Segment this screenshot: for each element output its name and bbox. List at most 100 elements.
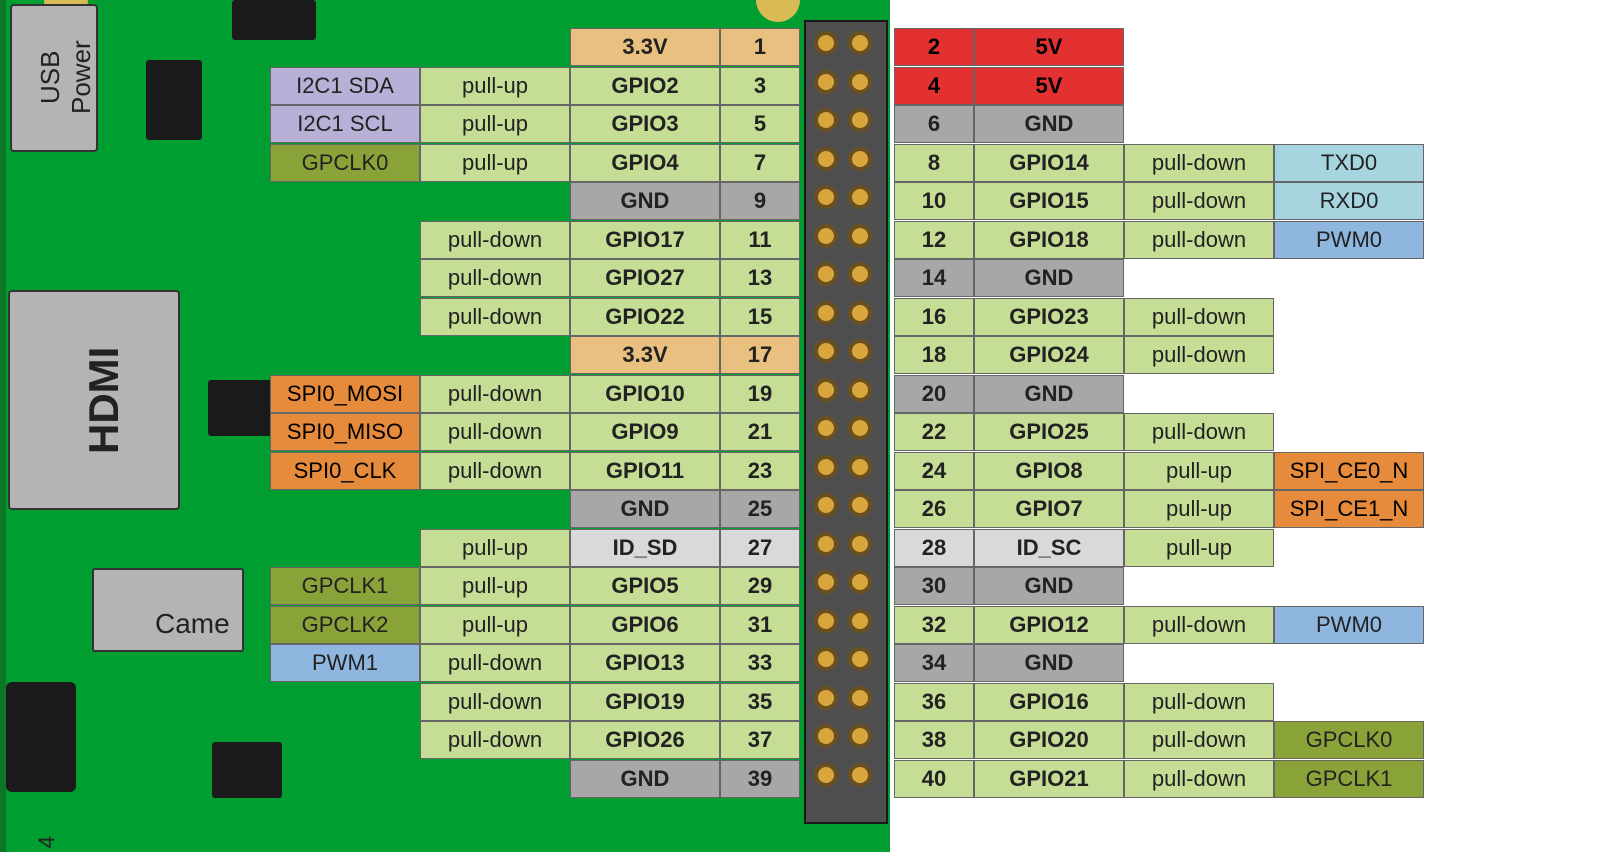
pin-hole [814,262,838,286]
pin-row-6: 6GND [894,105,1124,143]
pin-row-32: 32GPIO12pull-downPWM0 [894,606,1424,644]
pin-row-33: PWM1pull-downGPIO1333 [270,644,800,682]
pin-25-name: GND [570,490,720,528]
pin-25-num: 25 [720,490,800,528]
pin-18-pull: pull-down [1124,336,1274,374]
pin-hole [848,378,872,402]
pin-hole [848,647,872,671]
pin-19-pull: pull-down [420,375,570,413]
pin-hole [848,416,872,440]
chip-decorative [232,0,316,40]
pin-32-pull: pull-down [1124,606,1274,644]
pin-3-alt: I2C1 SDA [270,67,420,105]
pin-33-name: GPIO13 [570,644,720,682]
pin-40-num: 40 [894,760,974,798]
pin-13-pull: pull-down [420,259,570,297]
hdmi-label: HDMI [80,316,128,484]
pin-row-39: GND39 [570,760,800,798]
pin-hole [814,647,838,671]
pin-row-34: 34GND [894,644,1124,682]
pin-hole [848,493,872,517]
pin-row-3: I2C1 SDApull-upGPIO23 [270,67,800,105]
pin-21-name: GPIO9 [570,413,720,451]
pin-hole [848,70,872,94]
pin-row-38: 38GPIO20pull-downGPCLK0 [894,721,1424,759]
pin-row-31: GPCLK2pull-upGPIO631 [270,606,800,644]
chip-decorative [146,60,202,140]
pin-37-pull: pull-down [420,721,570,759]
pin-row-23: SPI0_CLKpull-downGPIO1123 [270,452,800,490]
pin-row-20: 20GND [894,375,1124,413]
pin-27-pull: pull-up [420,529,570,567]
pin-28-name: ID_SC [974,529,1124,567]
pin-row-12: 12GPIO18pull-downPWM0 [894,221,1424,259]
pin-row-4: 45V [894,67,1124,105]
pin-21-num: 21 [720,413,800,451]
pin-5-name: GPIO3 [570,105,720,143]
pin-14-num: 14 [894,259,974,297]
pin-hole [848,31,872,55]
pin-29-name: GPIO5 [570,567,720,605]
pin-15-num: 15 [720,298,800,336]
pin-row-28: 28ID_SCpull-up [894,529,1274,567]
pin-39-name: GND [570,760,720,798]
pin-8-name: GPIO14 [974,144,1124,182]
pin-3-num: 3 [720,67,800,105]
pin-28-num: 28 [894,529,974,567]
pin-row-27: pull-upID_SD27 [420,529,800,567]
pin-33-alt: PWM1 [270,644,420,682]
pin-8-num: 8 [894,144,974,182]
pin-hole [814,493,838,517]
pin-row-1: 3.3V1 [570,28,800,66]
pin-hole [848,339,872,363]
pin-7-num: 7 [720,144,800,182]
pin-24-alt: SPI_CE0_N [1274,452,1424,490]
pin-hole [848,224,872,248]
pin-16-num: 16 [894,298,974,336]
pin-row-25: GND25 [570,490,800,528]
audio-jack [6,682,76,792]
pin-4-name: 5V [974,67,1124,105]
pin-row-2: 25V [894,28,1124,66]
pin-hole [814,31,838,55]
pin-36-pull: pull-down [1124,683,1274,721]
pin-19-alt: SPI0_MOSI [270,375,420,413]
pin-40-pull: pull-down [1124,760,1274,798]
pin-13-name: GPIO27 [570,259,720,297]
pin-row-10: 10GPIO15pull-downRXD0 [894,182,1424,220]
pin-24-name: GPIO8 [974,452,1124,490]
pin-26-alt: SPI_CE1_N [1274,490,1424,528]
pin-39-num: 39 [720,760,800,798]
pin-26-num: 26 [894,490,974,528]
chip-decorative [208,380,278,436]
pin-hole [814,108,838,132]
pin-30-name: GND [974,567,1124,605]
pin-22-pull: pull-down [1124,413,1274,451]
pin-row-7: GPCLK0pull-upGPIO47 [270,144,800,182]
pin-row-5: I2C1 SCLpull-upGPIO35 [270,105,800,143]
pin-21-alt: SPI0_MISO [270,413,420,451]
pin-6-name: GND [974,105,1124,143]
pin-row-37: pull-downGPIO2637 [420,721,800,759]
pin-12-alt: PWM0 [1274,221,1424,259]
pin-row-15: pull-downGPIO2215 [420,298,800,336]
pin-row-16: 16GPIO23pull-down [894,298,1274,336]
pin-row-11: pull-downGPIO1711 [420,221,800,259]
pin-26-name: GPIO7 [974,490,1124,528]
pin-24-num: 24 [894,452,974,490]
pin-1-num: 1 [720,28,800,66]
pin-7-name: GPIO4 [570,144,720,182]
pin-hole [848,686,872,710]
pin-row-24: 24GPIO8pull-upSPI_CE0_N [894,452,1424,490]
pin-40-alt: GPCLK1 [1274,760,1424,798]
pin-32-name: GPIO12 [974,606,1124,644]
pin-7-alt: GPCLK0 [270,144,420,182]
pin-row-21: SPI0_MISOpull-downGPIO921 [270,413,800,451]
pin-hole [814,724,838,748]
pin-36-num: 36 [894,683,974,721]
pin-8-alt: TXD0 [1274,144,1424,182]
pin-10-pull: pull-down [1124,182,1274,220]
pin-33-pull: pull-down [420,644,570,682]
pin-row-17: 3.3V17 [570,336,800,374]
pin-9-name: GND [570,182,720,220]
